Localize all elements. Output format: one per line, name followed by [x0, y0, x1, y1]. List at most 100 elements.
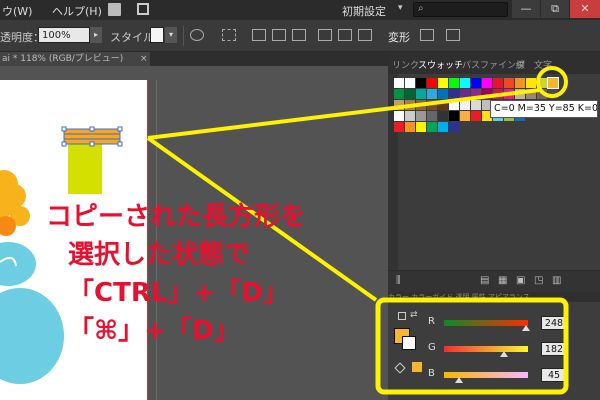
artwork-layer[interactable]	[0, 66, 148, 400]
arrange-documents-icon[interactable]	[137, 3, 149, 15]
close-button[interactable]: ✕	[570, 0, 600, 18]
select-similar-icon[interactable]	[222, 29, 236, 41]
style-dropdown-arrow[interactable]: ▾	[165, 27, 177, 43]
align-center-icon[interactable]	[272, 29, 286, 41]
swatch[interactable]	[471, 89, 481, 99]
color-panel-tabs[interactable]: カラー カラーガイド 透明 属性 アピアランス	[388, 292, 600, 302]
swatch-options-icon[interactable]: ▦	[498, 275, 507, 286]
swatch[interactable]	[405, 111, 415, 121]
swatch[interactable]	[515, 78, 525, 88]
swatch[interactable]	[438, 89, 448, 99]
delete-swatch-icon[interactable]: ▥	[552, 275, 561, 286]
swatch[interactable]	[537, 89, 547, 99]
bridge-icon[interactable]	[108, 3, 121, 16]
options-icon[interactable]	[446, 29, 460, 41]
swatch[interactable]	[548, 89, 558, 99]
swatch[interactable]	[416, 111, 426, 121]
swatch-library-icon[interactable]: ⫼	[396, 275, 401, 286]
swatch[interactable]	[416, 78, 426, 88]
stroke-color-swatch[interactable]	[402, 336, 416, 350]
swatch[interactable]	[427, 78, 437, 88]
graphic-style-swatch[interactable]	[150, 27, 164, 43]
align-left-icon[interactable]	[252, 29, 266, 41]
tab-swatches[interactable]: スウォッチ	[418, 58, 463, 71]
swatch[interactable]	[471, 100, 481, 110]
swatch[interactable]	[449, 100, 459, 110]
out-of-gamut-icon[interactable]	[394, 362, 406, 374]
g-slider-thumb[interactable]	[499, 351, 508, 357]
swatch[interactable]	[394, 89, 404, 99]
swatch[interactable]	[394, 100, 404, 110]
swatch[interactable]	[493, 78, 503, 88]
chevron-down-icon[interactable]: ▾	[398, 3, 403, 13]
minimize-button[interactable]: —	[512, 0, 540, 18]
r-value-input[interactable]: 248	[541, 316, 567, 330]
g-slider[interactable]	[444, 346, 528, 352]
swatch[interactable]	[449, 122, 459, 132]
swatch[interactable]	[482, 89, 492, 99]
swatch[interactable]	[405, 122, 415, 132]
isolate-icon[interactable]	[420, 29, 434, 41]
default-colors-icon[interactable]	[398, 312, 406, 320]
swatch[interactable]	[416, 89, 426, 99]
align-bottom-icon[interactable]	[358, 29, 372, 41]
swatch[interactable]	[460, 111, 470, 121]
r-slider[interactable]	[444, 320, 528, 326]
swatch[interactable]	[515, 89, 525, 99]
swatch[interactable]	[526, 78, 536, 88]
swatch[interactable]	[449, 89, 459, 99]
swatch[interactable]	[427, 111, 437, 121]
swatch[interactable]	[504, 89, 514, 99]
swatch[interactable]	[394, 78, 404, 88]
swatch[interactable]	[471, 78, 481, 88]
swatch[interactable]	[405, 89, 415, 99]
swatch[interactable]	[471, 111, 481, 121]
tab-links[interactable]: リンク	[392, 58, 419, 71]
r-slider-thumb[interactable]	[521, 325, 530, 331]
selected-rectangle[interactable]	[61, 126, 123, 147]
swatch[interactable]	[493, 89, 503, 99]
swatch[interactable]	[427, 89, 437, 99]
swatch[interactable]	[427, 100, 437, 110]
opacity-input[interactable]: 100%	[38, 27, 90, 43]
align-right-icon[interactable]	[292, 29, 306, 41]
b-slider-thumb[interactable]	[454, 377, 463, 383]
swatch[interactable]	[460, 89, 470, 99]
swatch[interactable]	[504, 78, 514, 88]
new-swatch-icon[interactable]: ◳	[534, 275, 543, 286]
swatch[interactable]	[416, 100, 426, 110]
g-value-input[interactable]: 182	[541, 342, 567, 356]
workspace-preset[interactable]: 初期設定	[342, 3, 386, 19]
swatch[interactable]	[394, 111, 404, 121]
swatch[interactable]	[438, 78, 448, 88]
align-top-icon[interactable]	[318, 29, 332, 41]
swatch[interactable]	[460, 78, 470, 88]
tab-stroke[interactable]: 線	[516, 58, 525, 71]
swatch[interactable]	[438, 122, 448, 132]
opacity-arrow-button[interactable]: ▸	[90, 27, 102, 43]
swatch[interactable]	[438, 100, 448, 110]
swatch[interactable]	[449, 78, 459, 88]
menu-window[interactable]: ウ(W)	[2, 3, 32, 19]
show-kinds-icon[interactable]: ▤	[480, 275, 489, 286]
align-middle-icon[interactable]	[338, 29, 352, 41]
search-input[interactable]: ⌕	[413, 2, 508, 17]
swatch[interactable]	[526, 89, 536, 99]
swatch[interactable]	[537, 78, 547, 88]
b-value-input[interactable]: 45	[541, 368, 567, 382]
tab-character[interactable]: 文字	[534, 58, 552, 71]
swatch[interactable]	[394, 122, 404, 132]
swap-colors-icon[interactable]: ⇄	[410, 310, 418, 320]
swatch[interactable]	[460, 100, 470, 110]
swatch[interactable]	[416, 122, 426, 132]
recolor-icon[interactable]	[190, 29, 204, 41]
close-tab-icon[interactable]: ×	[140, 52, 148, 66]
document-tab[interactable]: ai * 118% (RGB/プレビュー)	[0, 52, 150, 66]
swatch[interactable]	[405, 100, 415, 110]
gamut-fix-swatch[interactable]	[412, 362, 422, 372]
swatch[interactable]	[438, 111, 448, 121]
new-group-icon[interactable]: ▣	[516, 275, 525, 286]
selected-swatch[interactable]	[547, 77, 559, 89]
swatch[interactable]	[482, 78, 492, 88]
swatch[interactable]	[427, 122, 437, 132]
